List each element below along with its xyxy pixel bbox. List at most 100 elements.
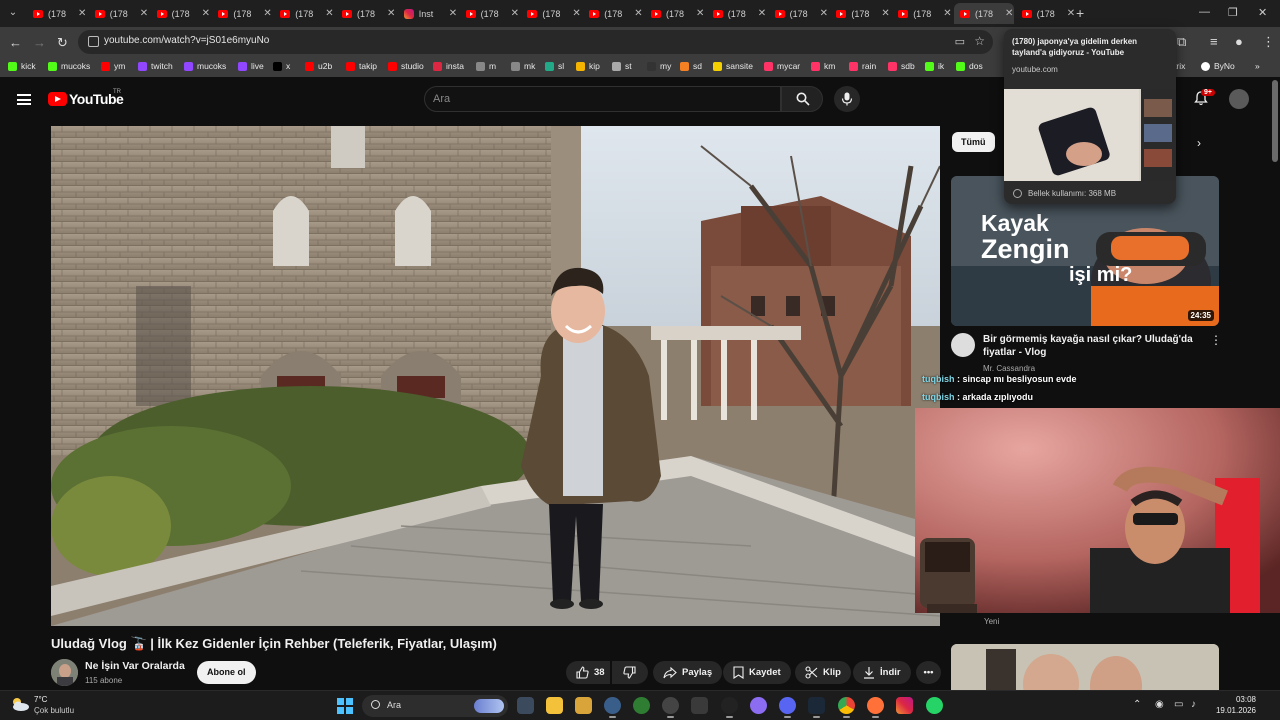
whatsapp-icon[interactable] xyxy=(926,697,943,714)
close-tab-icon[interactable]: ✕ xyxy=(449,8,457,19)
task-view-icon[interactable] xyxy=(517,697,534,714)
like-button[interactable]: 38 xyxy=(566,661,610,684)
close-tab-icon[interactable]: ✕ xyxy=(325,8,333,19)
network-icon[interactable]: ▭ xyxy=(1174,699,1183,710)
browser-tab[interactable]: (178 ✕ xyxy=(336,3,396,24)
bookmark-item[interactable]: u2b xyxy=(305,61,332,71)
browser-tab[interactable]: (178 ✕ xyxy=(830,3,890,24)
headset-app-icon[interactable] xyxy=(633,697,650,714)
bookmark-item[interactable]: studio xyxy=(388,61,424,71)
weather-temperature[interactable]: 7°C xyxy=(34,695,47,704)
weather-condition[interactable]: Çok bulutlu xyxy=(34,706,74,715)
bookmark-item[interactable]: sl xyxy=(545,61,564,71)
volume-icon[interactable]: ♪ xyxy=(1191,699,1196,710)
address-bar-url[interactable]: youtube.com/watch?v=jS01e6myuNo xyxy=(104,35,269,46)
close-tab-icon[interactable]: ✕ xyxy=(202,8,210,19)
app-icon[interactable] xyxy=(691,697,708,714)
voice-search-button[interactable] xyxy=(834,86,860,112)
youtube-logo-icon[interactable] xyxy=(48,92,67,106)
share-button[interactable]: Paylaş xyxy=(653,661,723,684)
bookmark-item[interactable]: st xyxy=(612,61,632,71)
new-tab-button[interactable]: + xyxy=(1076,5,1084,21)
extensions-icon[interactable]: ⧉ xyxy=(1177,34,1186,50)
close-tab-icon[interactable]: ✕ xyxy=(1005,8,1013,19)
close-tab-icon[interactable]: ✕ xyxy=(572,8,580,19)
channel-avatar[interactable] xyxy=(51,659,78,686)
bookmark-item[interactable]: ym xyxy=(101,61,125,71)
close-tab-icon[interactable]: ✕ xyxy=(820,8,828,19)
video-player[interactable] xyxy=(51,126,940,626)
close-tab-icon[interactable]: ✕ xyxy=(634,8,642,19)
browser-tab[interactable]: (178 ✕ xyxy=(583,3,643,24)
browser-tab[interactable]: Inst ✕ xyxy=(398,3,458,24)
reload-icon[interactable]: ↻ xyxy=(57,35,68,51)
bookmark-item[interactable]: sd xyxy=(680,61,702,71)
instagram-icon[interactable] xyxy=(896,697,913,714)
windows-start-icon[interactable] xyxy=(337,698,353,714)
obs-studio-icon[interactable] xyxy=(662,697,679,718)
browser-tab[interactable]: (178 ✕ xyxy=(1016,3,1076,24)
cloudy-weather-icon[interactable] xyxy=(10,696,30,712)
browser-tab[interactable]: (178 ✕ xyxy=(954,3,1014,24)
close-tab-icon[interactable]: ✕ xyxy=(263,8,271,19)
chevron-right-icon[interactable]: › xyxy=(1197,136,1201,150)
settings-gear-icon[interactable] xyxy=(604,697,621,718)
bookmark-item[interactable]: ByNo xyxy=(1201,61,1235,71)
guide-menu-icon[interactable] xyxy=(17,94,31,105)
save-button[interactable]: Kaydet xyxy=(723,661,791,684)
account-avatar[interactable] xyxy=(1229,89,1249,109)
browser-tab[interactable]: (178 ✕ xyxy=(27,3,87,24)
browser-tab[interactable]: (178 ✕ xyxy=(460,3,520,24)
bookmark-item[interactable]: rain xyxy=(849,61,876,71)
app-icon[interactable] xyxy=(721,697,738,718)
clip-button[interactable]: Klip xyxy=(795,661,851,684)
bookmark-item[interactable]: ik xyxy=(925,61,944,71)
bookmark-item[interactable]: my xyxy=(647,61,671,71)
close-tab-icon[interactable]: ✕ xyxy=(696,8,704,19)
browser-tab[interactable]: (178 ✕ xyxy=(521,3,581,24)
filter-chip-all[interactable]: Tümü xyxy=(952,132,995,152)
forward-arrow-icon[interactable]: → xyxy=(33,35,46,50)
close-tab-icon[interactable]: ✕ xyxy=(943,8,951,19)
bookmark-item[interactable]: twitch xyxy=(138,61,173,71)
page-scrollbar[interactable] xyxy=(1272,80,1278,162)
close-tab-icon[interactable]: ✕ xyxy=(511,8,519,19)
browser-tab[interactable]: (178 ✕ xyxy=(151,3,211,24)
app-icon[interactable] xyxy=(750,697,767,714)
show-hidden-icons-chevron-icon[interactable]: ⌃ xyxy=(1133,699,1141,710)
clock-time[interactable]: 03:08 xyxy=(1224,695,1256,704)
taskbar-search-box[interactable]: Ara xyxy=(362,695,508,717)
subscribe-button[interactable]: Abone ol xyxy=(197,661,256,684)
bookmark-item[interactable]: kip xyxy=(576,61,600,71)
browser-tab[interactable]: (178 ✕ xyxy=(892,3,952,24)
microphone-icon[interactable]: ◉ xyxy=(1155,699,1164,710)
browser-tab[interactable]: (178 ✕ xyxy=(645,3,705,24)
bookmark-item[interactable]: dos xyxy=(956,61,983,71)
close-window-button[interactable]: ✕ xyxy=(1258,6,1267,19)
search-box[interactable] xyxy=(424,86,781,112)
address-bar[interactable]: youtube.com/watch?v=jS01e6myuNo ▭ ☆ xyxy=(78,30,993,54)
sidebar-channel-name[interactable]: Mr. Cassandra xyxy=(983,364,1035,373)
bookmark-item[interactable]: sansite xyxy=(713,61,753,71)
close-tab-icon[interactable]: ✕ xyxy=(881,8,889,19)
back-arrow-icon[interactable]: ← xyxy=(9,35,22,50)
bookmark-item[interactable]: mucoks xyxy=(184,61,226,71)
close-tab-icon[interactable]: ✕ xyxy=(78,8,86,19)
close-tab-icon[interactable]: ✕ xyxy=(140,8,148,19)
maximize-window-button[interactable]: ❐ xyxy=(1228,6,1238,19)
browser-tab[interactable]: (178 ✕ xyxy=(212,3,272,24)
file-explorer-icon[interactable] xyxy=(546,697,563,714)
browser-tab[interactable]: (178 ✕ xyxy=(769,3,829,24)
browser-tab[interactable]: (178 ✕ xyxy=(274,3,334,24)
firefox-icon[interactable] xyxy=(867,697,884,718)
channel-avatar[interactable] xyxy=(951,333,975,357)
close-tab-icon[interactable]: ✕ xyxy=(1067,8,1075,19)
tab-search-chevron-icon[interactable]: ⌄ xyxy=(5,5,21,21)
bookmark-item[interactable]: kick xyxy=(8,61,36,71)
bookmark-item[interactable]: x xyxy=(273,61,290,71)
more-actions-button[interactable]: ••• xyxy=(916,661,941,684)
microsoft-store-icon[interactable] xyxy=(575,697,592,714)
bookmark-item[interactable]: live xyxy=(238,61,264,71)
chrome-menu-icon[interactable]: ⋮ xyxy=(1262,34,1275,50)
bookmark-item[interactable]: takip xyxy=(346,61,377,71)
